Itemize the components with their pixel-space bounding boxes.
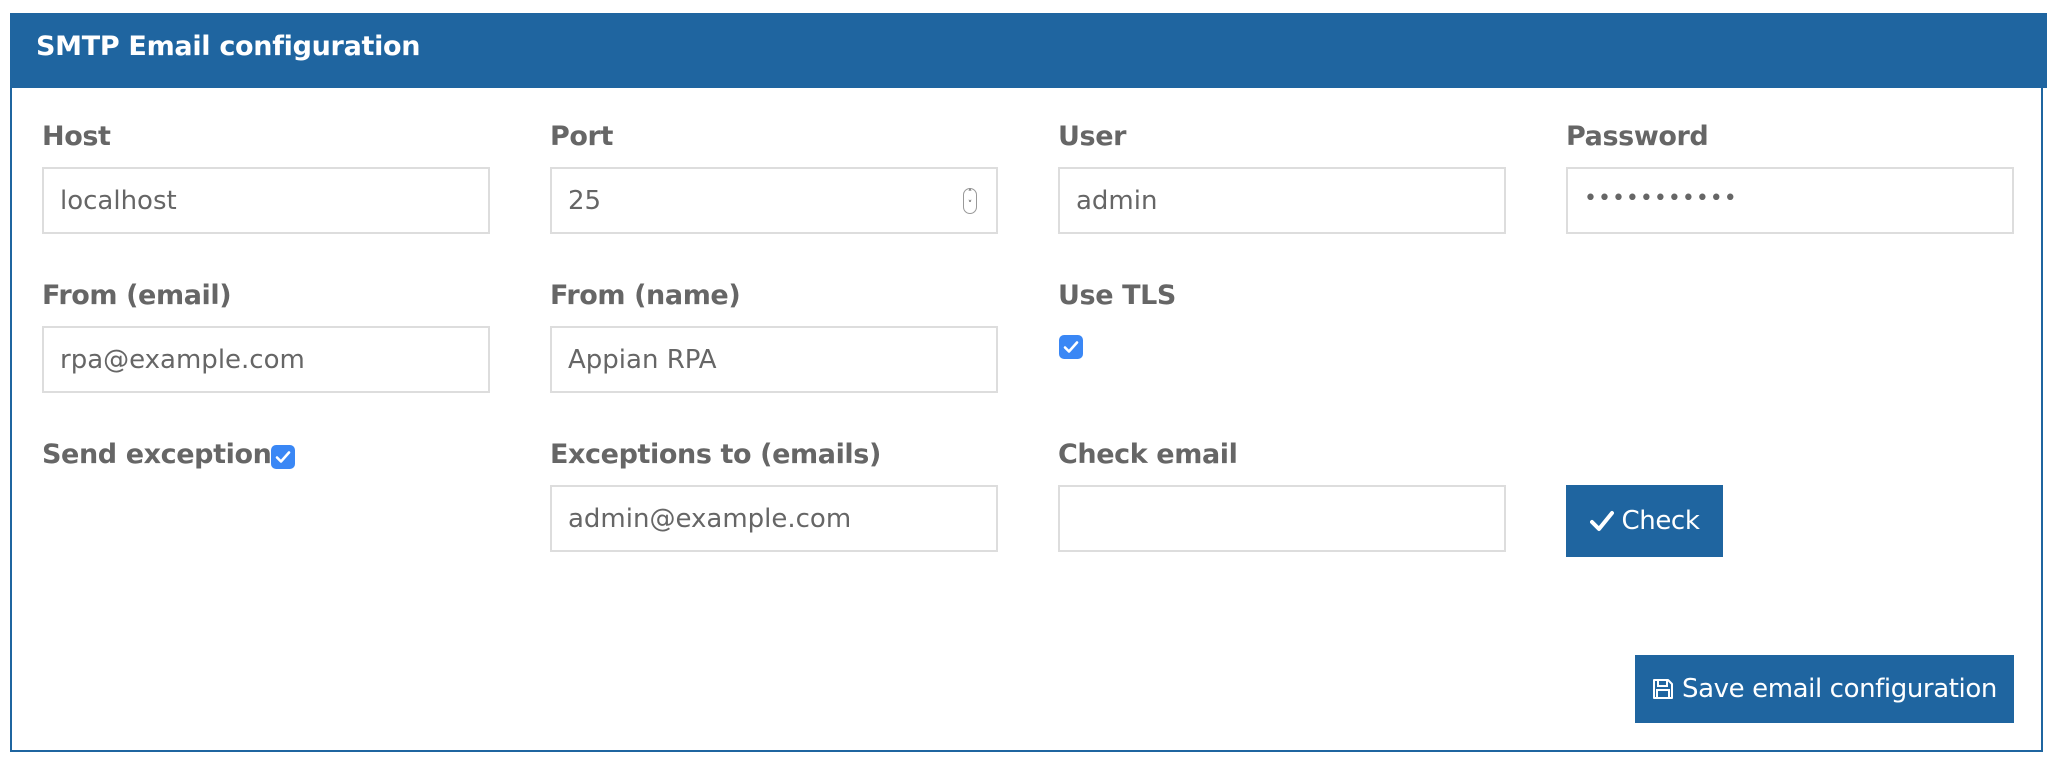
- password-label: Password: [1566, 121, 1709, 152]
- chevron-down-icon[interactable]: ˅: [964, 200, 976, 211]
- panel-header: SMTP Email configuration: [10, 13, 2047, 88]
- use-tls-label: Use TLS: [1058, 280, 1176, 311]
- check-button[interactable]: Check: [1566, 485, 1723, 557]
- send-exceptions-label: Send exceptions: [42, 439, 288, 470]
- host-label: Host: [42, 121, 111, 152]
- port-label: Port: [550, 121, 613, 152]
- port-input[interactable]: [550, 167, 998, 234]
- checkmark-icon: [1063, 341, 1079, 353]
- from-name-label: From (name): [550, 280, 741, 311]
- exceptions-to-input[interactable]: [550, 485, 998, 552]
- save-email-configuration-button[interactable]: Save email configuration: [1635, 655, 2014, 723]
- from-email-input[interactable]: [42, 326, 490, 393]
- panel-title: SMTP Email configuration: [36, 31, 421, 62]
- user-input[interactable]: [1058, 167, 1506, 234]
- user-label: User: [1058, 121, 1127, 152]
- use-tls-checkbox[interactable]: [1059, 335, 1083, 359]
- send-exceptions-checkbox[interactable]: [271, 445, 295, 469]
- from-email-label: From (email): [42, 280, 232, 311]
- chevron-up-icon[interactable]: ˄: [964, 189, 976, 200]
- save-button-label: Save email configuration: [1682, 674, 1997, 704]
- floppy-disk-icon: [1652, 678, 1674, 700]
- check-button-label: Check: [1621, 506, 1700, 536]
- checkmark-icon: [1589, 510, 1614, 532]
- port-stepper[interactable]: ˄ ˅: [963, 188, 977, 214]
- checkmark-icon: [275, 451, 291, 463]
- check-email-input[interactable]: [1058, 485, 1506, 552]
- from-name-input[interactable]: [550, 326, 998, 393]
- host-input[interactable]: [42, 167, 490, 234]
- password-input[interactable]: [1566, 167, 2014, 234]
- exceptions-to-label: Exceptions to (emails): [550, 439, 881, 470]
- check-email-label: Check email: [1058, 439, 1238, 470]
